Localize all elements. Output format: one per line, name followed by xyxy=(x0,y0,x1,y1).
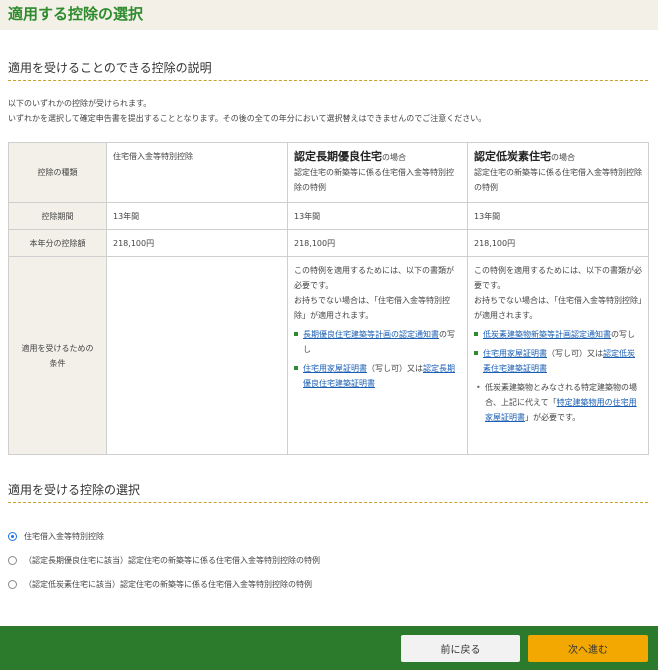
col3-link-house-certificate[interactable]: 住宅用家屋証明書 xyxy=(483,349,547,358)
col2-period: 13年間 xyxy=(287,202,468,230)
col2-amount: 218,100円 xyxy=(287,229,468,257)
col3-name: 認定低炭素住宅 xyxy=(474,150,551,163)
radio-option-low-carbon[interactable]: （認定低炭素住宅に該当）認定住宅の新築等に係る住宅借入金等特別控除の特例 xyxy=(8,572,320,596)
col3-link1-after: の写し xyxy=(611,330,635,339)
radio-option-long-term-quality[interactable]: （認定長期優良住宅に該当）認定住宅の新築等に係る住宅借入金等特別控除の特例 xyxy=(8,548,320,572)
col3-period: 13年間 xyxy=(467,202,649,230)
row-header-type: 控除の種類 xyxy=(8,142,107,203)
row-header-period: 控除期間 xyxy=(8,202,107,230)
radio-label: （認定低炭素住宅に該当）認定住宅の新築等に係る住宅借入金等特別控除の特例 xyxy=(24,579,312,589)
row-header-amount: 本年分の控除額 xyxy=(8,229,107,257)
explain-line-1: 以下のいずれかの控除が受けられます。 xyxy=(8,99,152,108)
col2-required-docs: 長期優良住宅建築等計画の認定通知書の写し 住宅用家屋証明書（写し可）又は認定長期… xyxy=(294,327,461,391)
col2-name-suffix: の場合 xyxy=(382,153,406,162)
radio-label: （認定長期優良住宅に該当）認定住宅の新築等に係る住宅借入金等特別控除の特例 xyxy=(24,555,320,565)
col2-name: 認定長期優良住宅 xyxy=(294,150,382,163)
radio-unchecked-icon[interactable] xyxy=(8,579,17,589)
footer-bar: 前に戻る 次へ進む xyxy=(0,626,658,670)
radio-label: 住宅借入金等特別控除 xyxy=(24,531,104,541)
note-bullet-icon: • xyxy=(476,383,481,392)
radio-option-housing-loan[interactable]: 住宅借入金等特別控除 xyxy=(8,524,320,548)
col3-condition: この特例を適用するためには、以下の書類が必要です。 お持ちでない場合は、「住宅借… xyxy=(467,256,649,455)
col3-cond-intro: この特例を適用するためには、以下の書類が必要です。 xyxy=(474,266,642,290)
bullet-icon xyxy=(474,332,478,336)
col1-amount: 218,100円 xyxy=(106,229,288,257)
explain-line-2: いずれかを選択して確定申告書を提出することとなります。その後の全ての年分において… xyxy=(8,114,487,123)
explain-heading: 適用を受けることのできる控除の説明 xyxy=(8,61,212,75)
row-header-condition: 適用を受けるための条件 xyxy=(8,256,107,455)
next-button[interactable]: 次へ進む xyxy=(528,635,648,662)
radio-unchecked-icon[interactable] xyxy=(8,555,17,565)
col3-required-docs: 低炭素建築物新築等計画認定通知書の写し 住宅用家屋証明書（写し可）又は認定低炭素… xyxy=(474,327,642,376)
list-item: 住宅用家屋証明書（写し可）又は認定低炭素住宅建築証明書 xyxy=(474,346,642,376)
table-row-amount: 本年分の控除額 218,100円 218,100円 218,100円 xyxy=(8,229,649,257)
col1-name: 住宅借入金等特別控除 xyxy=(106,142,288,203)
col2-subtitle: 認定住宅の新築等に係る住宅借入金等特別控除の特例 xyxy=(294,168,454,192)
col3-name-suffix: の場合 xyxy=(551,153,575,162)
radio-checked-icon[interactable] xyxy=(8,531,17,541)
table-row-condition: 適用を受けるための条件 この特例を適用するためには、以下の書類が必要です。 お持… xyxy=(8,256,649,455)
back-button[interactable]: 前に戻る xyxy=(401,635,520,662)
col1-period: 13年間 xyxy=(106,202,288,230)
col2-cond-intro: この特例を適用するためには、以下の書類が必要です。 xyxy=(294,266,454,290)
col3-amount: 218,100円 xyxy=(467,229,649,257)
col2-cond-fallback: お持ちでない場合は、「住宅借入金等特別控除」が適用されます。 xyxy=(294,296,450,320)
col3-cond-fallback: お持ちでない場合は、「住宅借入金等特別控除」が適用されます。 xyxy=(474,296,642,320)
explain-description: 以下のいずれかの控除が受けられます。 いずれかを選択して確定申告書を提出すること… xyxy=(8,96,486,126)
list-item: 住宅用家屋証明書（写し可）又は認定長期優良住宅建築証明書 xyxy=(294,361,461,391)
bullet-icon xyxy=(294,366,298,370)
bullet-icon xyxy=(474,351,478,355)
page-header: 適用する控除の選択 xyxy=(0,0,658,30)
list-item: 長期優良住宅建築等計画の認定通知書の写し xyxy=(294,327,461,357)
col3-subtitle: 認定住宅の新築等に係る住宅借入金等特別控除の特例 xyxy=(474,168,642,192)
list-item: 低炭素建築物新築等計画認定通知書の写し xyxy=(474,327,642,342)
col2-link-certification-notice[interactable]: 長期優良住宅建築等計画の認定通知書 xyxy=(303,330,439,339)
deduction-radio-group: 住宅借入金等特別控除 （認定長期優良住宅に該当）認定住宅の新築等に係る住宅借入金… xyxy=(8,524,320,596)
col2-condition: この特例を適用するためには、以下の書類が必要です。 お持ちでない場合は、「住宅借… xyxy=(287,256,468,455)
col2-header: 認定長期優良住宅の場合 認定住宅の新築等に係る住宅借入金等特別控除の特例 xyxy=(287,142,468,203)
col3-link2-mid: （写し可）又は xyxy=(547,349,603,358)
select-heading: 適用を受ける控除の選択 xyxy=(8,483,141,497)
col3-header: 認定低炭素住宅の場合 認定住宅の新築等に係る住宅借入金等特別控除の特例 xyxy=(467,142,649,203)
col2-link2-mid: （写し可）又は xyxy=(367,364,423,373)
col3-note: • 低炭素建築物とみなされる特定建築物の場合、上記に代えて「特定建築物用の住宅用… xyxy=(476,380,642,425)
deduction-comparison-table: 控除の種類 住宅借入金等特別控除 認定長期優良住宅の場合 認定住宅の新築等に係る… xyxy=(8,142,649,455)
col1-condition xyxy=(106,256,288,455)
page-title: 適用する控除の選択 xyxy=(8,5,144,23)
col2-link-house-certificate[interactable]: 住宅用家屋証明書 xyxy=(303,364,367,373)
table-row-period: 控除期間 13年間 13年間 13年間 xyxy=(8,202,649,230)
bullet-icon xyxy=(294,332,298,336)
table-row-type: 控除の種類 住宅借入金等特別控除 認定長期優良住宅の場合 認定住宅の新築等に係る… xyxy=(8,142,649,203)
col3-link-certification-notice[interactable]: 低炭素建築物新築等計画認定通知書 xyxy=(483,330,611,339)
select-divider xyxy=(8,502,648,503)
explain-divider xyxy=(8,80,648,81)
col3-note-after: 」が必要です。 xyxy=(525,413,581,422)
